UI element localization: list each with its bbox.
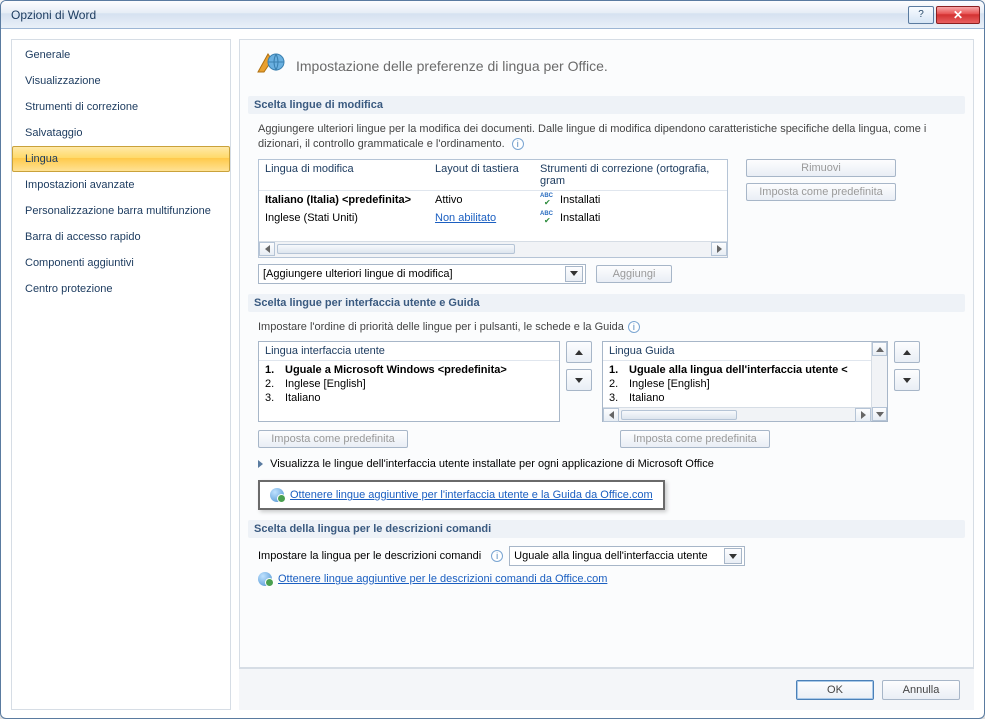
info-icon[interactable]: i <box>491 550 503 562</box>
section1-desc: Aggiungere ulteriori lingue per la modif… <box>258 122 955 153</box>
screentip-combo-text: Uguale alla lingua dell'interfaccia uten… <box>514 550 708 562</box>
table-row: Italiano (Italia) <predefinita> Attivo I… <box>259 191 727 209</box>
cell-tools: Installati <box>534 192 727 208</box>
sidebar-item-lingua[interactable]: Lingua <box>12 146 230 172</box>
sidebar-item-impostazioni-avanzate[interactable]: Impostazioni avanzate <box>12 172 230 198</box>
col-layout-tastiera: Layout di tastiera <box>429 160 534 190</box>
ok-button[interactable]: OK <box>796 680 874 700</box>
section-editing-languages-title: Scelta lingue di modifica <box>248 96 965 114</box>
list-item: 2.Inglese [English] <box>607 377 867 391</box>
ui-move-up-button[interactable] <box>566 341 592 363</box>
globe-icon <box>258 572 272 586</box>
editing-language-table[interactable]: Lingua di modifica Layout di tastiera St… <box>258 159 728 258</box>
help-set-default-button[interactable]: Imposta come predefinita <box>620 430 770 448</box>
help-language-listbox[interactable]: Lingua Guida 1.Uguale alla lingua dell'i… <box>602 341 888 422</box>
sidebar-item-visualizzazione[interactable]: Visualizzazione <box>12 68 230 94</box>
ui-language-listbox[interactable]: Lingua interfaccia utente 1.Uguale a Mic… <box>258 341 560 422</box>
screentip-language-combo[interactable]: Uguale alla lingua dell'interfaccia uten… <box>509 546 745 566</box>
get-more-screentip-languages-link[interactable]: Ottenere lingue aggiuntive per le descri… <box>278 573 607 585</box>
sidebar-item-strumenti-correzione[interactable]: Strumenti di correzione <box>12 94 230 120</box>
sidebar-item-personalizzazione-barra[interactable]: Personalizzazione barra multifunzione <box>12 198 230 224</box>
ui-list-title: Lingua interfaccia utente <box>259 342 559 361</box>
get-more-ui-languages-link[interactable]: Ottenere lingue aggiuntive per l'interfa… <box>290 489 653 501</box>
globe-icon <box>270 488 284 502</box>
help-move-down-button[interactable] <box>894 369 920 391</box>
section2-desc: Impostare l'ordine di priorità delle lin… <box>258 320 955 335</box>
cell-layout: Non abilitato <box>429 210 534 226</box>
list-item: 2.Inglese [English] <box>263 377 555 391</box>
scroll-left-icon[interactable] <box>259 242 275 256</box>
sidebar-item-salvataggio[interactable]: Salvataggio <box>12 120 230 146</box>
expand-icon[interactable] <box>258 460 263 468</box>
help-move-up-button[interactable] <box>894 341 920 363</box>
add-language-combo[interactable]: [Aggiungere ulteriori lingue di modifica… <box>258 264 586 284</box>
help-button[interactable]: ? <box>908 6 934 24</box>
help-vscrollbar[interactable] <box>871 342 887 421</box>
proofing-icon <box>540 194 556 206</box>
sidebar-item-componenti-aggiuntivi[interactable]: Componenti aggiuntivi <box>12 250 230 276</box>
titlebar: Opzioni di Word ? ✕ <box>1 1 984 29</box>
main-panel: Impostazione delle preferenze di lingua … <box>239 39 974 668</box>
cell-lang: Inglese (Stati Uniti) <box>259 210 429 226</box>
cell-tools: Installati <box>534 210 727 226</box>
page-header-text: Impostazione delle preferenze di lingua … <box>296 58 608 74</box>
chevron-down-icon[interactable] <box>724 548 742 564</box>
info-icon[interactable]: i <box>512 138 524 150</box>
help-list-title: Lingua Guida <box>603 342 871 361</box>
remove-button[interactable]: Rimuovi <box>746 159 896 177</box>
list-item: 1.Uguale alla lingua dell'interfaccia ut… <box>607 363 867 377</box>
scroll-right-icon[interactable] <box>855 408 871 422</box>
options-dialog: Opzioni di Word ? ✕ Generale Visualizzaz… <box>0 0 985 719</box>
scroll-up-icon[interactable] <box>872 342 887 356</box>
window-title: Opzioni di Word <box>11 8 908 22</box>
set-default-button[interactable]: Imposta come predefinita <box>746 183 896 201</box>
col-strumenti-correzione: Strumenti di correzione (ortografia, gra… <box>534 160 727 190</box>
col-lingua-modifica: Lingua di modifica <box>259 160 429 190</box>
list-item: 3.Italiano <box>607 391 867 405</box>
expand-installed-langs[interactable]: Visualizza le lingue dell'interfaccia ut… <box>270 458 714 470</box>
sidebar-item-centro-protezione[interactable]: Centro protezione <box>12 276 230 302</box>
table-hscrollbar[interactable] <box>259 241 727 257</box>
help-hscrollbar[interactable] <box>603 407 871 421</box>
ui-set-default-button[interactable]: Imposta come predefinita <box>258 430 408 448</box>
cell-layout: Attivo <box>429 192 534 208</box>
ui-move-down-button[interactable] <box>566 369 592 391</box>
cell-lang: Italiano (Italia) <predefinita> <box>259 192 429 208</box>
dialog-footer: OK Annulla <box>239 668 974 710</box>
section3-desc: Impostare la lingua per le descrizioni c… <box>258 550 481 562</box>
add-button[interactable]: Aggiungi <box>596 265 672 283</box>
proofing-icon <box>540 212 556 224</box>
language-header-icon <box>254 50 286 82</box>
sidebar-item-generale[interactable]: Generale <box>12 42 230 68</box>
table-row: Inglese (Stati Uniti) Non abilitato Inst… <box>259 209 727 227</box>
close-button[interactable]: ✕ <box>936 6 980 24</box>
add-language-combo-text: [Aggiungere ulteriori lingue di modifica… <box>263 268 453 280</box>
list-item: 1.Uguale a Microsoft Windows <predefinit… <box>263 363 555 377</box>
keyboard-layout-link[interactable]: Non abilitato <box>435 212 496 224</box>
section-screentip-title: Scelta della lingua per le descrizioni c… <box>248 520 965 538</box>
list-item: 3.Italiano <box>263 391 555 405</box>
highlighted-link-box: Ottenere lingue aggiuntive per l'interfa… <box>258 480 665 510</box>
sidebar-item-barra-accesso-rapido[interactable]: Barra di accesso rapido <box>12 224 230 250</box>
cancel-button[interactable]: Annulla <box>882 680 960 700</box>
category-sidebar: Generale Visualizzazione Strumenti di co… <box>11 39 231 710</box>
scroll-right-icon[interactable] <box>711 242 727 256</box>
scroll-left-icon[interactable] <box>603 408 619 422</box>
info-icon[interactable]: i <box>628 321 640 333</box>
chevron-down-icon[interactable] <box>565 266 583 282</box>
section-ui-help-title: Scelta lingue per interfaccia utente e G… <box>248 294 965 312</box>
scroll-down-icon[interactable] <box>872 407 887 421</box>
